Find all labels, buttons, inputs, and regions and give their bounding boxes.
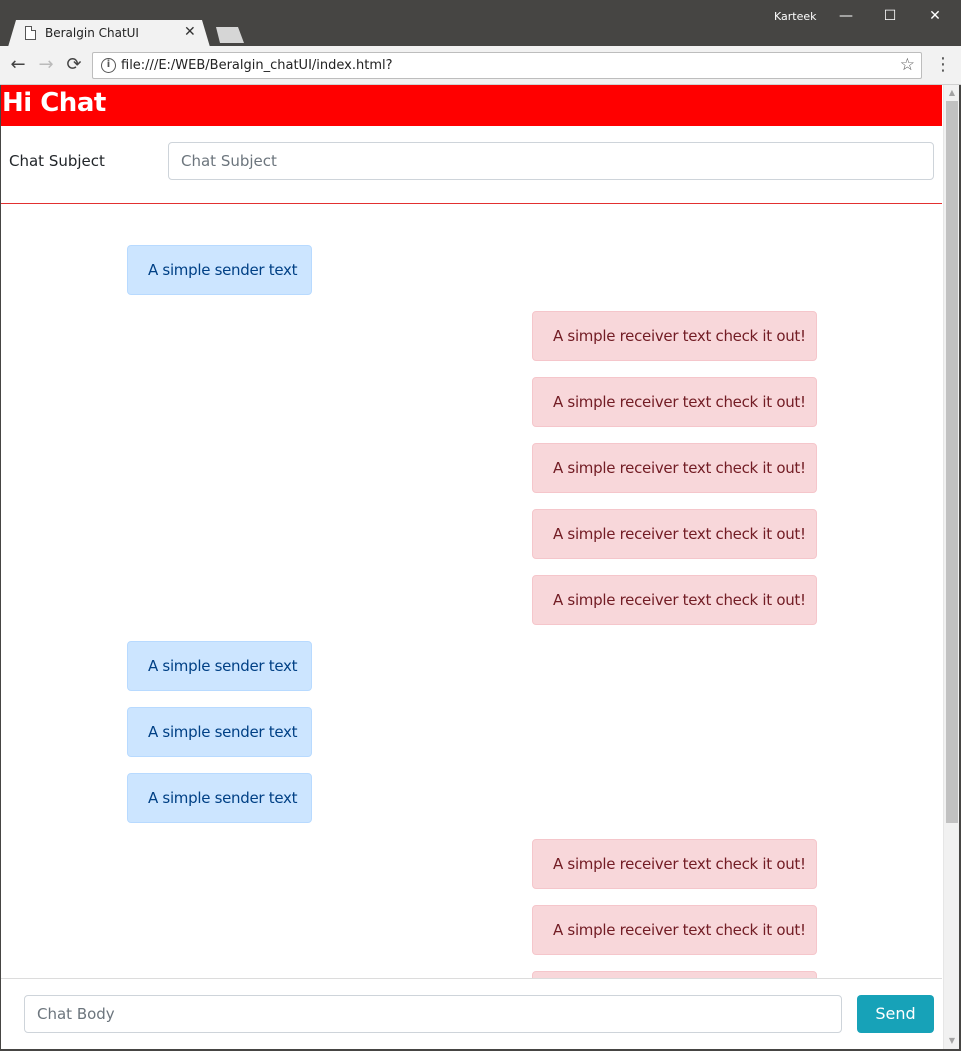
chat-header: Hi Chat xyxy=(1,85,942,126)
receiver-message: A simple receiver text check it out! xyxy=(532,509,817,559)
bookmark-star-icon[interactable]: ☆ xyxy=(900,55,915,75)
minimize-button[interactable]: — xyxy=(823,6,869,26)
sender-message: A simple sender text xyxy=(127,707,312,757)
browser-tab[interactable]: Beralgin ChatUI ✕ xyxy=(8,20,210,47)
send-button[interactable]: Send xyxy=(857,995,934,1033)
scrollbar[interactable]: ▲ ▼ xyxy=(943,85,959,1049)
close-window-button[interactable]: ✕ xyxy=(912,6,958,26)
scroll-up-icon[interactable]: ▲ xyxy=(944,85,959,101)
forward-icon[interactable]: → xyxy=(35,54,57,76)
receiver-message: A simple receiver text check it out! xyxy=(532,575,817,625)
receiver-message: A simple receiver text check it out! xyxy=(532,839,817,889)
receiver-message: A simple receiver text check it out! xyxy=(532,905,817,955)
tab-close-icon[interactable]: ✕ xyxy=(184,24,196,40)
chat-page: Hi Chat Chat Subject Chat Subject A simp… xyxy=(1,85,943,1049)
chat-subject-input[interactable]: Chat Subject xyxy=(168,142,934,180)
reload-icon[interactable]: ⟳ xyxy=(63,54,85,76)
scroll-down-icon[interactable]: ▼ xyxy=(944,1033,959,1049)
sender-message: A simple sender text xyxy=(127,773,312,823)
chat-subject-label: Chat Subject xyxy=(9,152,105,170)
receiver-message: A simple receiver text check it out! xyxy=(532,377,817,427)
sender-message: A simple sender text xyxy=(127,641,312,691)
browser-window: Beralgin ChatUI ✕ Karteek — ☐ ✕ ← → ⟳ i … xyxy=(0,0,961,1051)
address-bar[interactable]: i file:///E:/WEB/Beralgin_chatUI/index.h… xyxy=(92,52,922,79)
back-icon[interactable]: ← xyxy=(7,54,29,76)
receiver-message: A simple receiver text check it out! xyxy=(532,311,817,361)
browser-toolbar: ← → ⟳ i file:///E:/WEB/Beralgin_chatUI/i… xyxy=(0,46,961,85)
scroll-thumb[interactable] xyxy=(946,101,958,823)
browser-menu-icon[interactable]: ⋮ xyxy=(934,54,952,76)
profile-name[interactable]: Karteek xyxy=(774,10,817,23)
new-tab-button[interactable] xyxy=(216,27,244,43)
page-title: Hi Chat xyxy=(2,88,106,118)
info-icon[interactable]: i xyxy=(101,58,116,73)
divider xyxy=(1,203,942,204)
maximize-button[interactable]: ☐ xyxy=(867,6,913,26)
title-bar: Beralgin ChatUI ✕ Karteek — ☐ ✕ xyxy=(0,0,961,47)
sender-message: A simple sender text xyxy=(127,245,312,295)
url-text[interactable]: file:///E:/WEB/Beralgin_chatUI/index.htm… xyxy=(121,58,393,73)
chat-footer: Chat Body Send xyxy=(1,978,942,1049)
receiver-message: A simple receiver text check it out! xyxy=(532,443,817,493)
chat-body-input[interactable]: Chat Body xyxy=(24,995,842,1033)
page-viewport: Hi Chat Chat Subject Chat Subject A simp… xyxy=(1,85,959,1049)
document-icon xyxy=(25,26,36,40)
tab-title: Beralgin ChatUI xyxy=(45,26,139,40)
